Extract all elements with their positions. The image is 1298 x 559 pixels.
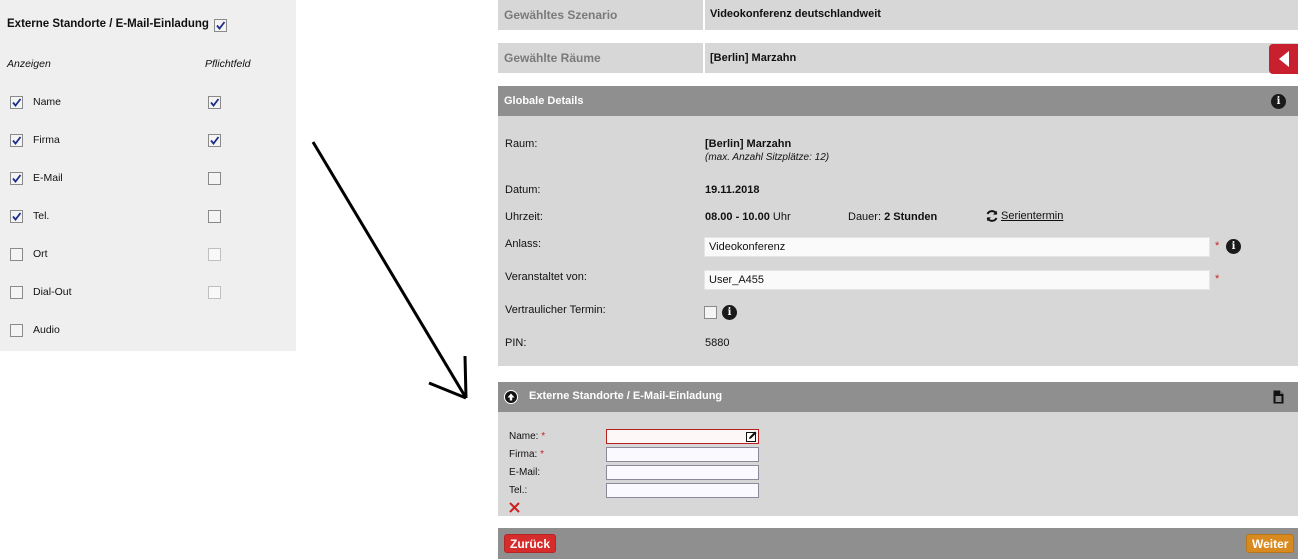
show-dial-out-checkbox[interactable] xyxy=(10,286,23,299)
required-mark: * xyxy=(1215,273,1220,285)
scenario-bar: Gewähltes Szenario Videokonferenz deutsc… xyxy=(498,0,1298,30)
arrow-left-icon xyxy=(1278,51,1289,67)
required-mark: * xyxy=(540,449,545,460)
ext-name-label: Name: xyxy=(509,431,539,442)
field-label-audio: Audio xyxy=(33,324,60,336)
field-label-name: Name xyxy=(33,96,62,108)
refresh-icon xyxy=(986,210,998,222)
column-header-show: Anzeigen xyxy=(7,58,51,70)
global-details-title: Globale Details xyxy=(504,95,584,107)
required-name-checkbox[interactable] xyxy=(208,96,221,109)
date-label: Datum: xyxy=(505,184,541,196)
info-icon[interactable]: i xyxy=(722,305,737,320)
checkmark-icon xyxy=(12,174,22,183)
config-enable-checkbox[interactable] xyxy=(214,19,227,32)
external-locations-header[interactable]: Externe Standorte / E-Mail-Einladung xyxy=(498,382,1298,412)
checkmark-icon xyxy=(12,136,22,145)
show-e-mail-checkbox[interactable] xyxy=(10,172,23,185)
ext-name-input[interactable] xyxy=(606,429,759,444)
room-label: Raum: xyxy=(505,138,538,150)
info-icon[interactable]: i xyxy=(1271,94,1286,109)
confidential-label: Vertraulicher Termin: xyxy=(505,304,606,316)
ext-email-input[interactable] xyxy=(606,465,759,480)
ext-phone-input[interactable] xyxy=(606,483,759,498)
checkmark-icon xyxy=(210,136,220,145)
column-header-required: Pflichtfeld xyxy=(205,58,251,70)
footer-bar xyxy=(498,528,1298,559)
required-e-mail-checkbox[interactable] xyxy=(208,172,221,185)
pin-label: PIN: xyxy=(505,337,527,349)
config-title: Externe Standorte / E-Mail-Einladung xyxy=(7,18,209,30)
edit-icon[interactable] xyxy=(746,431,757,442)
required-mark: * xyxy=(1215,240,1220,252)
delete-icon[interactable] xyxy=(509,502,520,513)
field-label-tel: Tel. xyxy=(33,210,50,222)
required-dial-out-checkbox[interactable] xyxy=(208,286,221,299)
collapse-up-icon[interactable] xyxy=(504,390,518,404)
date-value: 19.11.2018 xyxy=(705,184,760,196)
organizer-label: Veranstaltet von: xyxy=(505,271,587,283)
ext-company-input[interactable] xyxy=(606,447,759,462)
duration-label: Dauer: xyxy=(848,211,882,223)
series-label[interactable]: Serientermin xyxy=(1001,210,1063,222)
external-locations-title: Externe Standorte / E-Mail-Einladung xyxy=(529,390,723,402)
confidential-checkbox[interactable] xyxy=(704,306,717,319)
room-capacity-note: (max. Anzahl Sitzplätze: 12) xyxy=(705,152,830,163)
occasion-input[interactable]: Videokonferenz xyxy=(704,237,1210,257)
next-button[interactable]: Weiter xyxy=(1246,534,1295,553)
scenario-label: Gewähltes Szenario xyxy=(504,8,618,22)
duration-display: Dauer: 2 Stunden xyxy=(848,211,937,223)
external-locations-body xyxy=(498,412,1298,516)
required-mark: * xyxy=(541,431,546,442)
organizer-input[interactable]: User_A455 xyxy=(704,270,1210,290)
field-config-panel: Externe Standorte / E-Mail-Einladung Anz… xyxy=(0,0,296,351)
global-details-header: Globale Details i xyxy=(498,86,1298,116)
show-ort-checkbox[interactable] xyxy=(10,248,23,261)
checkmark-icon xyxy=(216,21,226,30)
ext-email-label: E-Mail: xyxy=(509,467,541,478)
back-button[interactable]: Zurück xyxy=(504,534,557,553)
show-firma-checkbox[interactable] xyxy=(10,134,23,147)
room-value: [Berlin] Marzahn xyxy=(705,138,792,150)
occasion-value: Videokonferenz xyxy=(709,241,786,253)
show-name-checkbox[interactable] xyxy=(10,96,23,109)
ext-company-label: Firma: xyxy=(509,449,538,460)
organizer-value: User_A455 xyxy=(709,274,765,286)
document-icon[interactable] xyxy=(1273,390,1284,404)
required-firma-checkbox[interactable] xyxy=(208,134,221,147)
occasion-label: Anlass: xyxy=(505,238,542,250)
divider xyxy=(703,43,705,73)
rooms-value: [Berlin] Marzahn xyxy=(710,52,797,64)
rooms-bar: Gewählte Räume [Berlin] Marzahn xyxy=(498,43,1298,73)
field-label-e-mail: E-Mail xyxy=(33,172,63,184)
field-label-firma: Firma xyxy=(33,134,60,146)
checkmark-icon xyxy=(12,212,22,221)
collapse-panel-button[interactable] xyxy=(1269,44,1298,74)
field-label-dial-out: Dial-Out xyxy=(33,286,72,298)
checkmark-icon xyxy=(12,98,22,107)
scenario-value: Videokonferenz deutschlandweit xyxy=(710,8,881,20)
show-audio-checkbox[interactable] xyxy=(10,324,23,337)
pin-value: 5880 xyxy=(705,337,730,349)
required-ort-checkbox[interactable] xyxy=(208,248,221,261)
time-value: 08.00 - 10.00 xyxy=(705,211,770,223)
show-tel-checkbox[interactable] xyxy=(10,210,23,223)
info-icon[interactable]: i xyxy=(1226,239,1241,254)
duration-value: 2 Stunden xyxy=(884,211,938,223)
field-label-ort: Ort xyxy=(33,248,48,260)
rooms-label: Gewählte Räume xyxy=(504,51,601,65)
checkmark-icon xyxy=(210,98,220,107)
divider xyxy=(703,0,705,30)
ext-company-label-wrap: Firma: * xyxy=(509,449,544,460)
ext-phone-label: Tel.: xyxy=(509,485,528,496)
arrow-up-icon xyxy=(507,393,515,401)
time-display: 08.00 - 10.00 Uhr xyxy=(705,211,791,223)
time-label: Uhrzeit: xyxy=(505,211,543,223)
time-unit: Uhr xyxy=(772,211,791,223)
series-link[interactable]: Serientermin xyxy=(985,209,1063,223)
required-tel-checkbox[interactable] xyxy=(208,210,221,223)
ext-name-label-wrap: Name: * xyxy=(509,431,545,442)
